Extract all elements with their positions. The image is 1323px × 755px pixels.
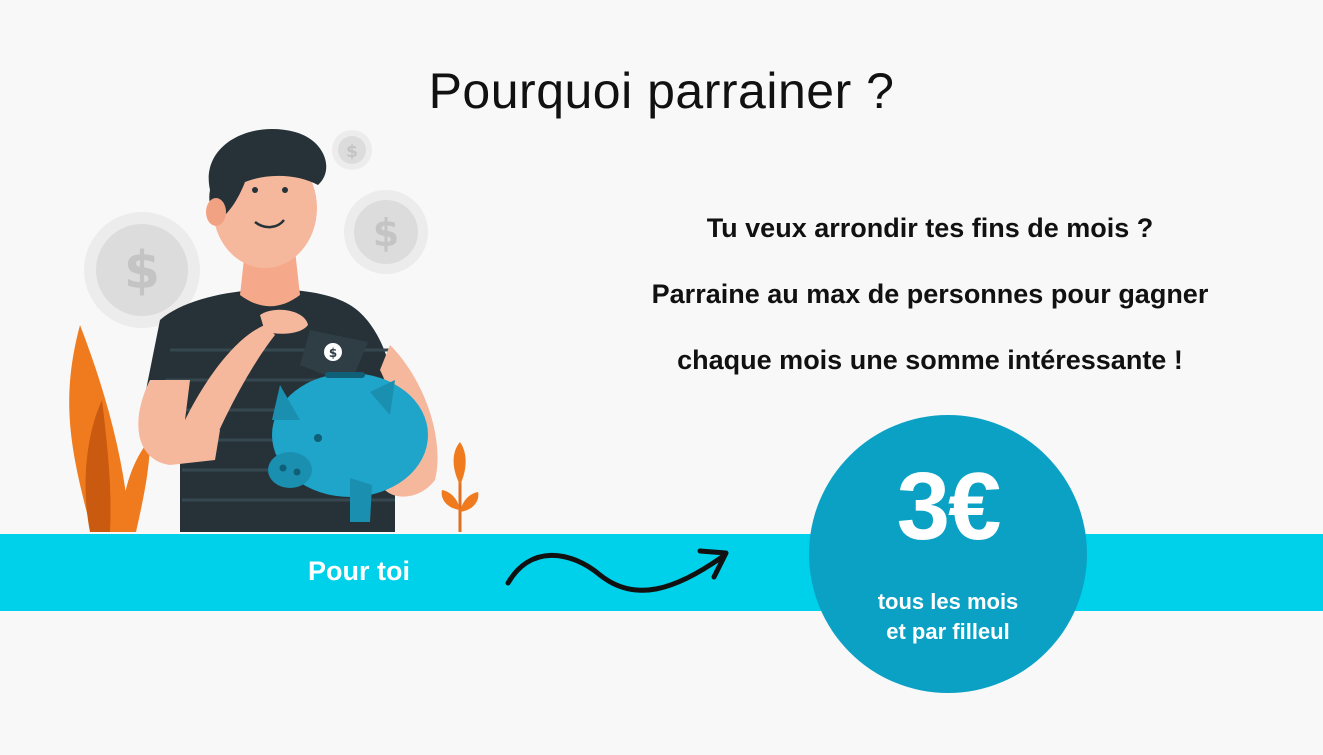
svg-text:$: $ bbox=[346, 142, 358, 162]
pitch-text: Tu veux arrondir tes fins de mois ? Parr… bbox=[560, 195, 1300, 393]
page-title: Pourquoi parrainer ? bbox=[428, 63, 895, 119]
arrow-icon bbox=[505, 548, 729, 593]
leaf-icon bbox=[441, 442, 479, 532]
pitch-line-1: Tu veux arrondir tes fins de mois ? bbox=[706, 213, 1154, 243]
svg-text:$: $ bbox=[124, 241, 160, 301]
reward-badge: 3€ tous les mois et par filleul bbox=[809, 415, 1087, 693]
reward-line-1: tous les mois bbox=[877, 589, 1019, 614]
pitch-line-3: chaque mois une somme intéressante ! bbox=[677, 345, 1183, 375]
reward-line-2: et par filleul bbox=[886, 619, 1010, 644]
reward-amount: 3€ bbox=[896, 453, 1002, 560]
coin-icon: $ bbox=[332, 130, 372, 170]
man-with-piggy-bank-illustration: $ $ $ $ bbox=[69, 129, 479, 532]
band-label: Pour toi bbox=[308, 556, 410, 586]
coin-icon: $ bbox=[344, 190, 428, 274]
pitch-line-2: Parraine au max de personnes pour gagner bbox=[651, 279, 1209, 309]
svg-text:$: $ bbox=[373, 211, 399, 255]
leaf-icon bbox=[69, 325, 150, 532]
svg-text:$: $ bbox=[329, 346, 337, 360]
